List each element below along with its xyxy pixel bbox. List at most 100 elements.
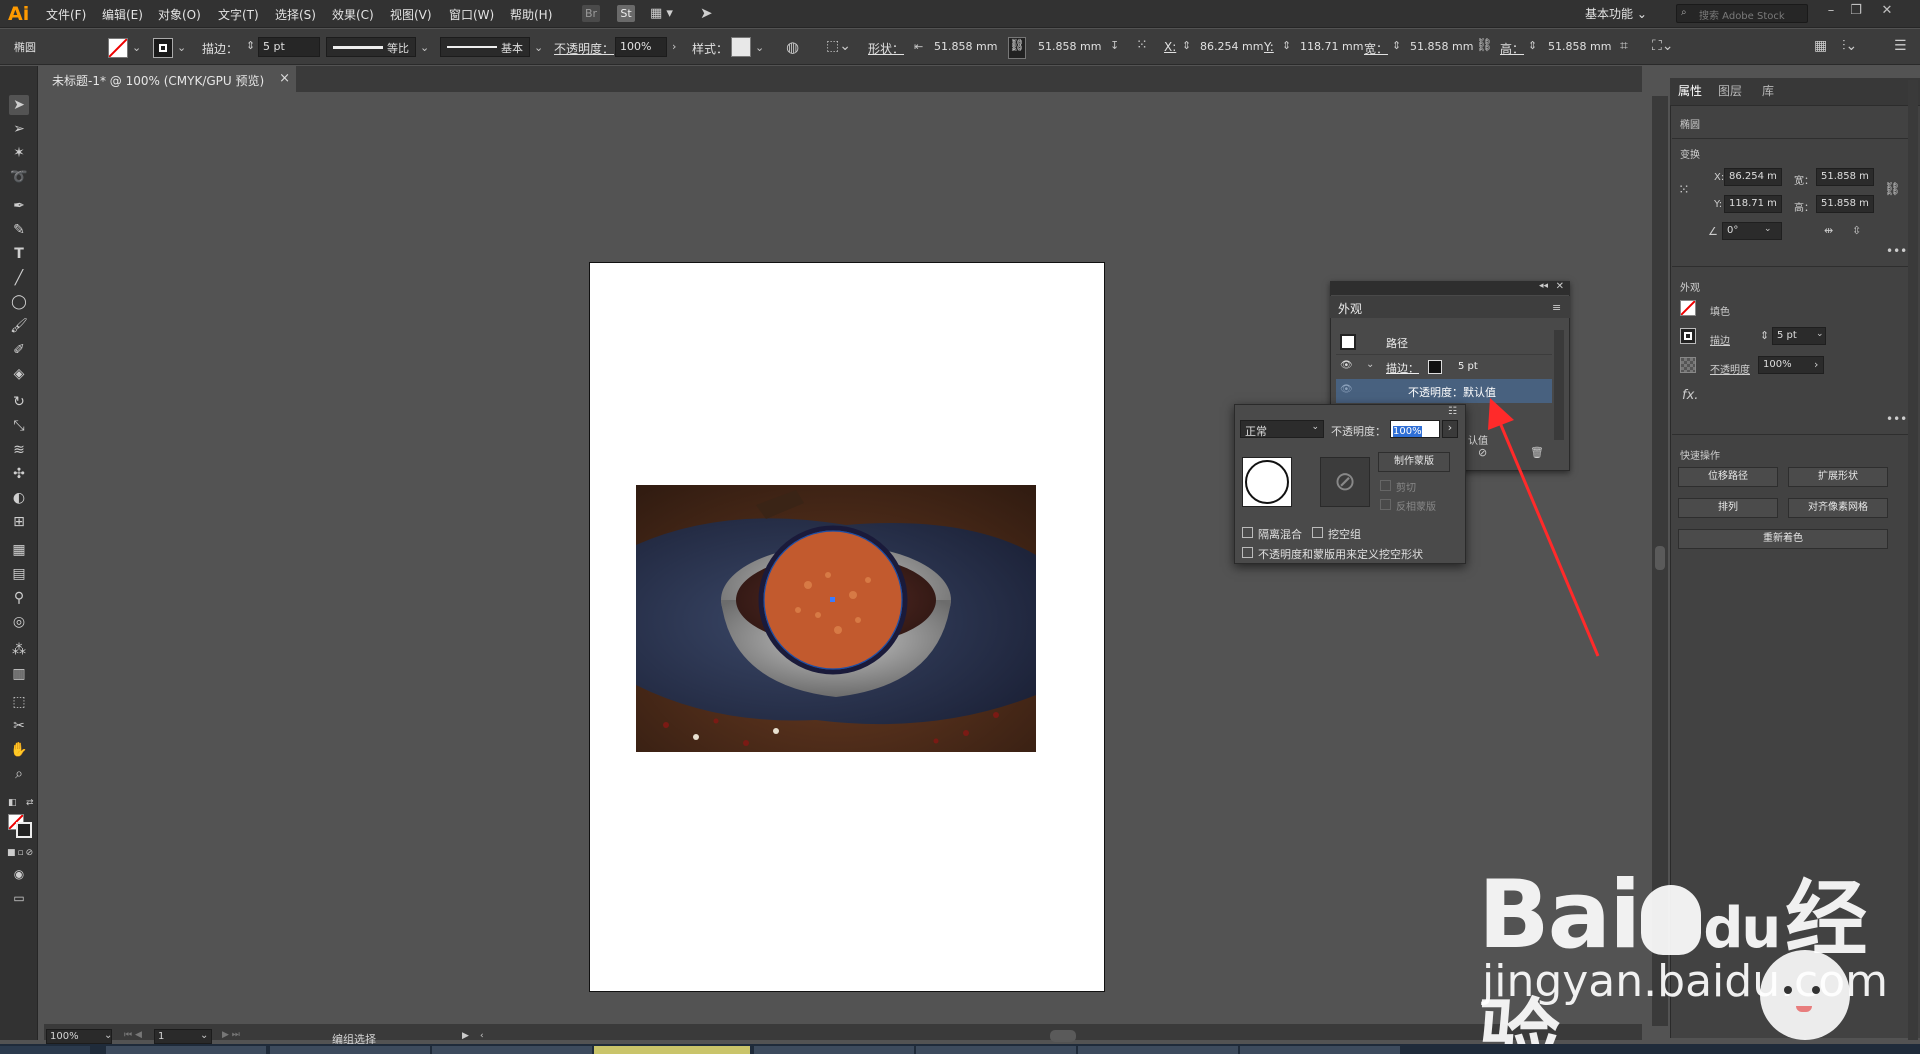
- brush-definition[interactable]: 基本: [440, 37, 530, 57]
- object-thumbnail[interactable]: [1242, 457, 1292, 507]
- shape-height-value[interactable]: 51.858 mm: [1038, 40, 1101, 53]
- define-knockout-checkbox[interactable]: [1242, 547, 1253, 558]
- blend-mode-select[interactable]: 正常 ⌄: [1240, 420, 1324, 438]
- menu-select[interactable]: 选择(S): [275, 6, 316, 23]
- next-artboard-icons[interactable]: ▶ ⏭: [222, 1030, 240, 1040]
- stock-search-input[interactable]: ⌕ 搜索 Adobe Stock: [1676, 4, 1808, 23]
- link-icon[interactable]: ⛓: [1008, 37, 1026, 59]
- taskbar-item-6[interactable]: [916, 1046, 1076, 1054]
- screen-mode-icon[interactable]: ▭: [9, 888, 29, 908]
- prev-artboard-icons[interactable]: ⏮ ◀: [124, 1030, 142, 1040]
- menu-effect[interactable]: 效果(C): [332, 6, 374, 23]
- horizontal-scroll-thumb[interactable]: [1050, 1030, 1076, 1042]
- eraser-tool-icon[interactable]: ◈: [9, 364, 29, 384]
- selected-ellipse-path[interactable]: [758, 525, 908, 675]
- menu-type[interactable]: 文字(T): [218, 6, 259, 23]
- zoom-tool-icon[interactable]: ⌕: [9, 764, 29, 784]
- pen-tool-icon[interactable]: ✒: [9, 196, 29, 216]
- workspace-switcher[interactable]: 基本功能 ⌄: [1585, 5, 1647, 22]
- flip-horizontal-icon[interactable]: ⇹: [1824, 224, 1833, 237]
- offset-path-button[interactable]: 位移路径: [1678, 467, 1778, 487]
- menu-object[interactable]: 对象(O): [158, 6, 201, 23]
- arrange-button[interactable]: 排列: [1678, 498, 1778, 518]
- x-stepper-icon[interactable]: ⇕: [1182, 39, 1191, 52]
- eyedropper-tool-icon[interactable]: ⚲: [9, 588, 29, 608]
- taskbar-item-active[interactable]: [594, 1046, 750, 1054]
- profile-dropdown-icon[interactable]: ⌄: [420, 41, 429, 54]
- stroke-weight-field[interactable]: 5 pt: [258, 37, 320, 57]
- reference-point-grid-icon[interactable]: ⁙: [1678, 182, 1690, 198]
- arrange-icon[interactable]: ▦: [1814, 38, 1827, 54]
- color-mode-icons[interactable]: ■▫⊘: [7, 848, 35, 858]
- props-stroke-dropdown-icon[interactable]: ⌄: [1816, 329, 1824, 339]
- w-stepper-icon[interactable]: ⇕: [1392, 39, 1401, 52]
- close-tab-icon[interactable]: ×: [279, 71, 290, 86]
- opacity-eye-icon[interactable]: 👁: [1340, 384, 1353, 395]
- draw-mode-icon[interactable]: ◉: [9, 864, 29, 884]
- appearance-stroke-label[interactable]: 描边：: [1386, 360, 1419, 376]
- appearance-more-icon[interactable]: •••: [1886, 412, 1907, 426]
- close-panel-icon[interactable]: ✕: [1556, 281, 1564, 292]
- status-menu-icon[interactable]: ▶: [462, 1031, 469, 1041]
- props-w-field[interactable]: 51.858 m: [1816, 168, 1874, 186]
- blend-tool-icon[interactable]: ◎: [9, 612, 29, 632]
- brush-dropdown-icon[interactable]: ⌄: [534, 41, 543, 54]
- props-fill-swatch[interactable]: [1680, 300, 1696, 316]
- variable-width-profile[interactable]: 等比: [326, 37, 416, 57]
- opacity-checker-icon[interactable]: [1680, 357, 1696, 373]
- document-tab[interactable]: 未标题-1* @ 100% (CMYK/GPU 预览) ×: [44, 66, 296, 92]
- invert-mask-checkbox[interactable]: [1380, 499, 1391, 510]
- visibility-eye-icon[interactable]: 👁: [1340, 360, 1353, 371]
- appearance-path-row[interactable]: 路径: [1336, 330, 1536, 354]
- props-x-field[interactable]: 86.254 m: [1724, 168, 1782, 186]
- reference-point-icon[interactable]: ⁙: [1136, 37, 1148, 53]
- column-graph-tool-icon[interactable]: ▥: [9, 664, 29, 684]
- fill-dropdown-icon[interactable]: ⌄: [132, 41, 141, 54]
- transparency-menu-icon[interactable]: ☷: [1448, 406, 1457, 417]
- slice-tool-icon[interactable]: ✂: [9, 716, 29, 736]
- transparency-opacity-field[interactable]: 100%: [1390, 420, 1440, 438]
- tab-properties[interactable]: 属性: [1678, 82, 1702, 99]
- globe-icon[interactable]: ◍: [786, 38, 799, 56]
- style-dropdown-icon[interactable]: ⌄: [755, 41, 764, 54]
- opacity-arrow-icon[interactable]: ›: [672, 40, 676, 53]
- align-icon[interactable]: ⬚⌄: [826, 38, 851, 54]
- magic-wand-tool-icon[interactable]: ✶: [9, 143, 29, 163]
- appearance-stroke-row[interactable]: 👁 ⌄ 描边： 5 pt: [1336, 354, 1552, 378]
- tab-layers[interactable]: 图层: [1718, 82, 1742, 99]
- taskbar-item-8[interactable]: [1240, 1046, 1400, 1054]
- angle-dropdown-icon[interactable]: ⌄: [1764, 224, 1772, 234]
- taskbar-item-3[interactable]: [432, 1046, 592, 1054]
- scale-tool-icon[interactable]: ⤡: [9, 416, 29, 436]
- taskbar-item-2[interactable]: [270, 1046, 430, 1054]
- w-value[interactable]: 51.858 mm: [1410, 40, 1473, 53]
- flip-vertical-icon[interactable]: ⇳: [1852, 224, 1861, 237]
- props-stroke-swatch[interactable]: [1680, 328, 1696, 344]
- panel-menu-icon[interactable]: ⫶⌄: [1842, 38, 1857, 54]
- scroll-left-icon[interactable]: ‹: [480, 1031, 484, 1041]
- props-h-field[interactable]: 51.858 m: [1816, 195, 1874, 213]
- puppet-warp-tool-icon[interactable]: ✣: [9, 464, 29, 484]
- expand-shape-button[interactable]: 扩展形状: [1788, 467, 1888, 487]
- style-swatch[interactable]: [731, 37, 751, 57]
- warp-tool-icon[interactable]: ≋: [9, 440, 29, 460]
- line-tool-icon[interactable]: ╱: [9, 268, 29, 288]
- props-opacity-label[interactable]: 不透明度: [1710, 361, 1750, 376]
- tab-libraries[interactable]: 库: [1762, 82, 1774, 99]
- hand-tool-icon[interactable]: ✋: [9, 740, 29, 760]
- constrain-proportions-icon[interactable]: ⛓: [1884, 182, 1901, 197]
- selection-tool-icon[interactable]: ➤: [9, 95, 29, 115]
- h-value[interactable]: 51.858 mm: [1548, 40, 1611, 53]
- fill-swatch[interactable]: [108, 38, 128, 58]
- transform-icon[interactable]: ⌗: [1620, 38, 1628, 54]
- taskbar-item-5[interactable]: [754, 1046, 914, 1054]
- type-tool-icon[interactable]: T: [9, 244, 29, 264]
- taskbar-item-1[interactable]: [106, 1046, 266, 1054]
- toolbar-stroke-swatch[interactable]: [16, 822, 32, 838]
- menu-view[interactable]: 视图(V): [390, 6, 432, 23]
- default-colors-icon[interactable]: ◧: [8, 798, 17, 808]
- direct-selection-tool-icon[interactable]: ➢: [9, 119, 29, 139]
- expand-arrow-icon[interactable]: ⌄: [1366, 359, 1374, 370]
- props-stroke-label[interactable]: 描边: [1710, 332, 1730, 347]
- start-button[interactable]: [0, 1046, 90, 1054]
